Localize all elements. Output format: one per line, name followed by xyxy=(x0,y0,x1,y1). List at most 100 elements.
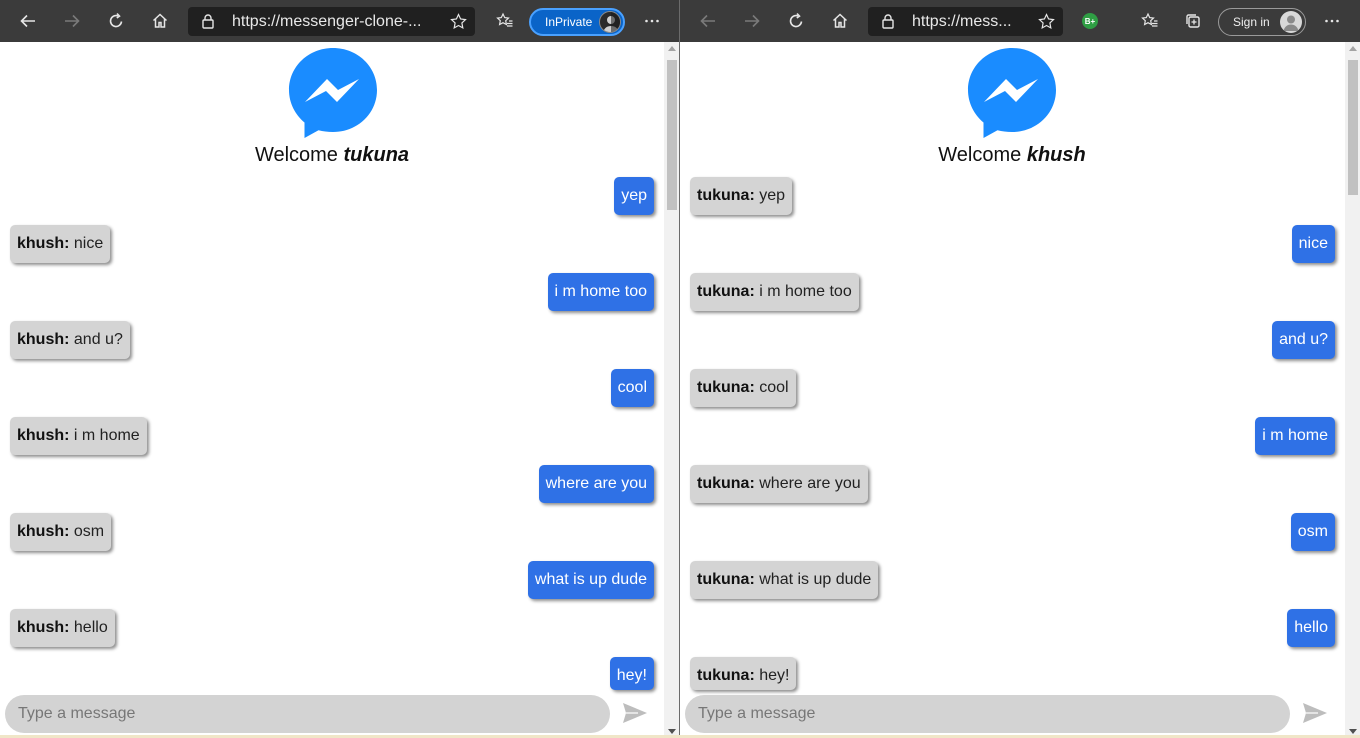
message-outgoing: and u? xyxy=(1272,321,1335,359)
page-scrollbar[interactable] xyxy=(664,42,679,738)
message-sender: tukuna: xyxy=(697,475,755,492)
profile-avatar xyxy=(1280,11,1302,33)
message-sender: khush: xyxy=(17,523,70,540)
message-sender: tukuna: xyxy=(697,379,755,396)
message-text: osm xyxy=(1297,523,1328,540)
inprivate-label: InPrivate xyxy=(545,15,593,29)
message-incoming: tukuna: hey! xyxy=(690,657,797,690)
message-incoming: tukuna: cool xyxy=(690,369,796,407)
message-incoming: khush: nice xyxy=(10,225,111,263)
message-text: what is up dude xyxy=(759,571,872,588)
message-text: and u? xyxy=(1279,331,1328,348)
browser-window-right: https://mess... B+ Sign in Welcome khush… xyxy=(680,0,1360,738)
lock-icon xyxy=(202,14,214,29)
refresh-icon[interactable] xyxy=(781,6,811,36)
favorite-star-icon[interactable] xyxy=(1038,13,1055,30)
message-text: where are you xyxy=(759,475,861,492)
message-sender: khush: xyxy=(17,619,70,636)
welcome-prefix: Welcome xyxy=(938,144,1022,166)
message-outgoing: hello xyxy=(1287,609,1335,647)
sign-in-button[interactable]: Sign in xyxy=(1218,8,1306,36)
message-text: and u? xyxy=(73,331,123,348)
messenger-logo-icon xyxy=(968,48,1056,138)
message-text: hello xyxy=(73,619,108,636)
extension-icon[interactable]: B+ xyxy=(1082,13,1098,29)
scroll-thumb[interactable] xyxy=(1348,60,1358,195)
message-text: cool xyxy=(617,379,647,396)
scroll-down-arrow[interactable] xyxy=(1349,729,1357,734)
message-sender: khush: xyxy=(17,235,70,252)
send-icon[interactable] xyxy=(1302,702,1328,724)
message-sender: khush: xyxy=(17,331,70,348)
message-incoming: khush: osm xyxy=(10,513,112,551)
back-icon[interactable] xyxy=(693,6,723,36)
message-incoming: khush: and u? xyxy=(10,321,130,359)
message-outgoing: i m home too xyxy=(547,273,654,311)
message-text: i m home too xyxy=(554,283,647,300)
inprivate-button[interactable]: InPrivate xyxy=(529,8,625,36)
message-text: cool xyxy=(759,379,789,396)
chat-page: Welcome khush tukuna: yep nice tukuna: i… xyxy=(680,42,1345,738)
send-icon[interactable] xyxy=(622,702,648,724)
message-text: hey! xyxy=(759,667,790,684)
scroll-up-arrow[interactable] xyxy=(668,46,676,51)
scroll-down-arrow[interactable] xyxy=(668,729,676,734)
message-incoming: tukuna: where are you xyxy=(690,465,868,503)
sign-in-label: Sign in xyxy=(1233,15,1270,29)
screen: https://messenger-clone-... InPrivate We… xyxy=(0,0,1360,738)
message-text: hey! xyxy=(616,667,647,684)
message-incoming: tukuna: i m home too xyxy=(690,273,859,311)
forward-icon[interactable] xyxy=(737,6,767,36)
scroll-up-arrow[interactable] xyxy=(1349,46,1357,51)
forward-icon[interactable] xyxy=(57,6,87,36)
message-outgoing: cool xyxy=(610,369,654,407)
message-incoming: khush: hello xyxy=(10,609,115,647)
page-scrollbar[interactable] xyxy=(1345,42,1360,738)
message-outgoing: yep xyxy=(614,177,654,215)
welcome-prefix: Welcome xyxy=(254,144,338,166)
refresh-icon[interactable] xyxy=(101,6,131,36)
welcome-username: tukuna xyxy=(343,144,410,166)
favorite-star-icon[interactable] xyxy=(450,13,467,30)
address-url: https://messenger-clone-... xyxy=(232,13,422,30)
message-incoming: khush: i m home xyxy=(10,417,147,455)
message-text: i m home too xyxy=(759,283,852,300)
home-icon[interactable] xyxy=(825,6,855,36)
message-text: i m home xyxy=(73,427,140,444)
welcome-heading: Welcome khush xyxy=(912,144,1112,167)
message-text: yep xyxy=(621,187,647,204)
message-sender: khush: xyxy=(17,427,70,444)
home-icon[interactable] xyxy=(145,6,175,36)
address-bar[interactable]: https://messenger-clone-... xyxy=(188,7,475,36)
welcome-heading: Welcome tukuna xyxy=(232,144,432,167)
message-composer xyxy=(685,695,1290,733)
collections-icon[interactable] xyxy=(1178,6,1208,36)
back-icon[interactable] xyxy=(13,6,43,36)
address-bar[interactable]: https://mess... xyxy=(868,7,1063,36)
favorites-icon[interactable] xyxy=(490,6,520,36)
message-text: what is up dude xyxy=(534,571,647,588)
message-text: osm xyxy=(73,523,105,540)
address-url: https://mess... xyxy=(912,13,1012,30)
message-sender: tukuna: xyxy=(697,187,755,204)
scroll-thumb[interactable] xyxy=(667,60,677,210)
browser-toolbar: https://mess... B+ Sign in xyxy=(680,0,1360,42)
chat-page: Welcome tukuna yep khush: nice i m home … xyxy=(0,42,664,738)
message-outgoing: nice xyxy=(1291,225,1335,263)
messenger-logo-icon xyxy=(289,48,377,138)
more-icon[interactable] xyxy=(1317,6,1347,36)
message-input[interactable] xyxy=(685,695,1290,733)
favorites-icon[interactable] xyxy=(1135,6,1165,36)
message-input[interactable] xyxy=(5,695,610,733)
message-sender: tukuna: xyxy=(697,571,755,588)
profile-avatar xyxy=(599,11,621,33)
more-icon[interactable] xyxy=(637,6,667,36)
browser-toolbar: https://messenger-clone-... InPrivate xyxy=(0,0,679,42)
message-sender: tukuna: xyxy=(697,283,755,300)
message-text: i m home xyxy=(1262,427,1328,444)
welcome-username: khush xyxy=(1026,144,1086,166)
message-outgoing: what is up dude xyxy=(527,561,654,599)
message-outgoing: osm xyxy=(1290,513,1335,551)
message-text: hello xyxy=(1294,619,1328,636)
message-text: where are you xyxy=(545,475,647,492)
